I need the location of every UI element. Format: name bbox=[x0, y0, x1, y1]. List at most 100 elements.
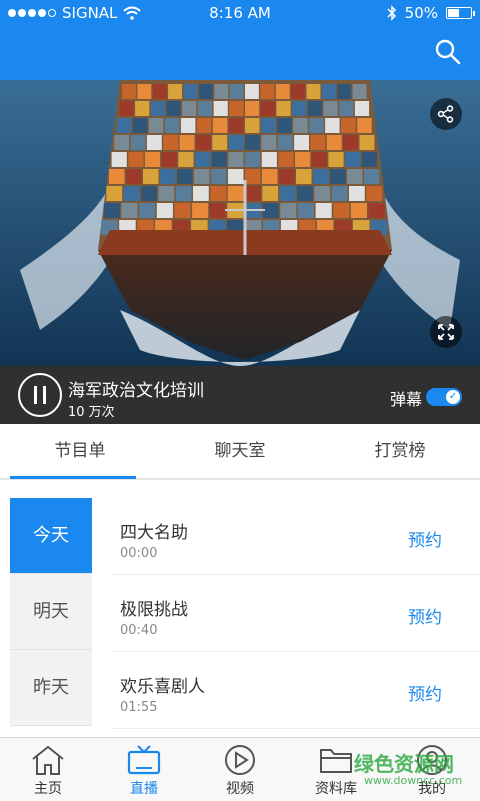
day-yesterday[interactable]: 昨天 bbox=[10, 650, 92, 726]
container-block bbox=[331, 186, 348, 201]
day-today[interactable]: 今天 bbox=[10, 498, 92, 574]
container-block bbox=[211, 169, 227, 184]
container-block bbox=[180, 118, 196, 133]
play-icon bbox=[225, 745, 255, 775]
container-block bbox=[275, 84, 290, 99]
container-block bbox=[245, 169, 261, 184]
nav-video[interactable]: 视频 bbox=[192, 738, 288, 801]
container-block bbox=[137, 84, 152, 99]
container-block bbox=[309, 118, 324, 133]
container-block bbox=[209, 203, 226, 218]
container-block bbox=[111, 152, 127, 167]
danmu-toggle[interactable]: ✓ bbox=[426, 388, 462, 406]
container-block bbox=[278, 152, 294, 167]
nav-profile[interactable]: 我的 bbox=[384, 738, 480, 801]
status-right: 50% bbox=[387, 4, 475, 22]
container-block bbox=[343, 135, 358, 150]
container-block bbox=[341, 118, 356, 133]
container-block bbox=[175, 186, 192, 201]
container-block bbox=[229, 84, 244, 99]
container-block bbox=[361, 152, 377, 167]
pause-button[interactable] bbox=[18, 373, 62, 417]
tab-schedule[interactable]: 节目单 bbox=[0, 424, 160, 478]
container-block bbox=[279, 186, 296, 201]
container-block bbox=[119, 101, 134, 116]
video-view-count: 10 万次 bbox=[68, 405, 115, 420]
container-block bbox=[345, 152, 361, 167]
nav-library[interactable]: 资料库 bbox=[288, 738, 384, 801]
container-block bbox=[198, 84, 213, 99]
container-block bbox=[279, 169, 295, 184]
container-block bbox=[260, 101, 275, 116]
container-block bbox=[168, 84, 182, 99]
container-block bbox=[130, 135, 146, 150]
container-block bbox=[182, 101, 197, 116]
container-block bbox=[150, 101, 165, 116]
video-player[interactable] bbox=[0, 80, 480, 366]
user-icon bbox=[417, 745, 447, 775]
container-block bbox=[144, 152, 161, 167]
container-block bbox=[326, 135, 342, 150]
container-block bbox=[245, 186, 261, 201]
share-button[interactable] bbox=[430, 98, 462, 130]
container-block bbox=[293, 118, 308, 133]
container-block bbox=[148, 118, 164, 133]
fullscreen-icon bbox=[438, 324, 454, 340]
container-block bbox=[245, 118, 260, 133]
container-block bbox=[163, 135, 179, 150]
container-block bbox=[123, 186, 140, 201]
status-bar: SIGNAL 8:16 AM 50% bbox=[0, 0, 480, 26]
container-block bbox=[261, 135, 277, 150]
container-block bbox=[161, 152, 177, 167]
toggle-check-icon: ✓ bbox=[446, 390, 460, 404]
container-block bbox=[337, 84, 352, 99]
container-block bbox=[310, 135, 326, 150]
container-block bbox=[262, 203, 279, 218]
container-block bbox=[178, 152, 194, 167]
program-time: 00:40 bbox=[120, 623, 158, 638]
fullscreen-button[interactable] bbox=[430, 316, 462, 348]
container-block bbox=[229, 101, 244, 116]
container-block bbox=[143, 169, 159, 184]
reserve-button[interactable]: 预约 bbox=[408, 680, 442, 705]
battery-icon bbox=[446, 7, 475, 19]
bluetooth-icon bbox=[387, 5, 396, 21]
day-tomorrow[interactable]: 明天 bbox=[10, 574, 92, 650]
container-block bbox=[314, 186, 331, 201]
app-header: SIGNAL 8:16 AM 50% bbox=[0, 0, 480, 80]
reserve-button[interactable]: 预约 bbox=[408, 603, 442, 628]
program-item: 四大名助 00:00 预约 bbox=[112, 498, 480, 575]
container-block bbox=[210, 186, 227, 201]
container-block bbox=[146, 135, 162, 150]
reserve-button[interactable]: 预约 bbox=[408, 526, 442, 551]
search-icon[interactable] bbox=[434, 38, 462, 66]
container-block bbox=[262, 186, 279, 201]
home-icon bbox=[32, 745, 64, 775]
container-block bbox=[333, 203, 350, 218]
program-list: 四大名助 00:00 预约 极限挑战 00:40 预约 欢乐喜剧人 01:55 … bbox=[112, 498, 480, 729]
video-frame-image bbox=[0, 80, 480, 366]
container-block bbox=[352, 84, 367, 99]
container-block bbox=[126, 169, 142, 184]
container-block bbox=[280, 203, 297, 218]
container-block bbox=[193, 186, 209, 201]
container-block bbox=[121, 203, 138, 218]
container-block bbox=[179, 135, 195, 150]
container-block bbox=[261, 152, 277, 167]
container-block bbox=[325, 118, 340, 133]
container-block bbox=[195, 135, 211, 150]
danmu-label: 弹幕 bbox=[389, 390, 422, 409]
nav-label: 我的 bbox=[418, 781, 446, 797]
pause-icon bbox=[34, 386, 37, 404]
container-block bbox=[194, 169, 210, 184]
container-block bbox=[158, 186, 175, 201]
container-block bbox=[297, 203, 314, 218]
nav-live[interactable]: 直播 bbox=[96, 738, 192, 801]
container-block bbox=[212, 135, 228, 150]
tab-chatroom[interactable]: 聊天室 bbox=[160, 424, 320, 478]
nav-home[interactable]: 主页 bbox=[0, 738, 96, 801]
container-block bbox=[141, 186, 157, 201]
video-info-bar: 海军政治文化培训 10 万次 弹幕 ✓ bbox=[0, 366, 480, 424]
container-block bbox=[164, 118, 180, 133]
tab-reward-ranking[interactable]: 打赏榜 bbox=[320, 424, 480, 478]
